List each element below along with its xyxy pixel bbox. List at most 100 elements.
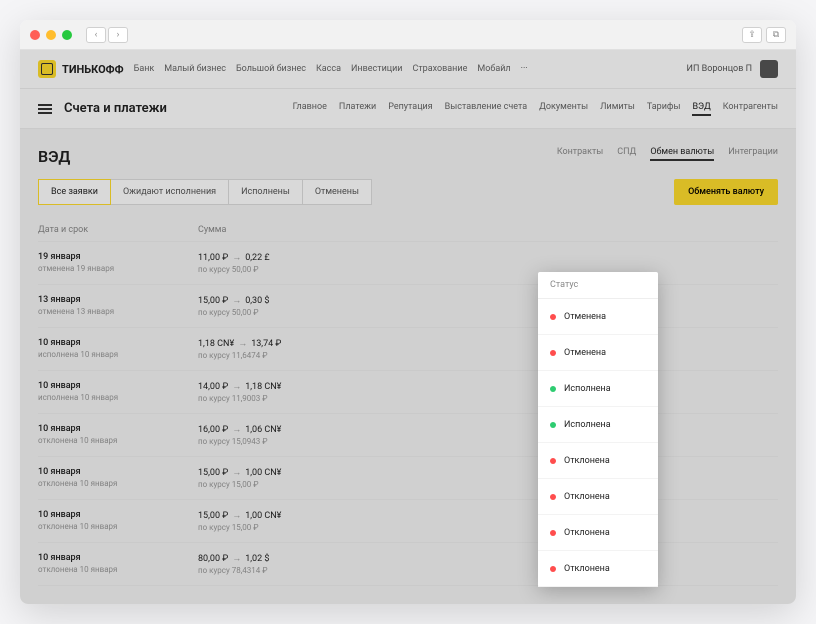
row-date: 10 января — [38, 424, 198, 434]
table-row[interactable]: 10 января отклонена 10 января15,00 ₽→1,00… — [38, 457, 778, 500]
topnav-item[interactable]: Касса — [316, 64, 341, 74]
brand-name: ТИНЬКОФФ — [62, 63, 124, 76]
page-tab[interactable]: Интеграции — [728, 147, 778, 161]
brand-logo[interactable]: ТИНЬКОФФ — [38, 60, 124, 78]
tabs-button[interactable]: ⧉ — [766, 27, 786, 43]
row-date-sub: отклонена 10 января — [38, 479, 198, 488]
status-dot-icon — [550, 422, 556, 428]
subnav-item[interactable]: Репутация — [388, 102, 432, 116]
filter-row: Все заявкиОжидают исполненияИсполненыОтм… — [38, 179, 778, 205]
app-window: ‹ › ⇪ ⧉ ТИНЬКОФФ Банк Малый бизнес Большой… — [20, 20, 796, 604]
subnav-item[interactable]: Выставление счета — [445, 102, 527, 116]
topnav-item[interactable]: Банк — [134, 64, 155, 74]
filter-button[interactable]: Отменены — [303, 179, 372, 205]
exchange-button[interactable]: Обменять валюту — [674, 179, 778, 205]
top-nav: Банк Малый бизнес Большой бизнес Касса Инвес… — [134, 64, 528, 74]
row-sum: 14,00 ₽→1,18 CN¥ — [198, 381, 398, 392]
status-label: Отменена — [564, 348, 606, 358]
row-date: 10 января — [38, 467, 198, 477]
table-row[interactable]: 19 январяотменена 19 января11,00 ₽→0,22 … — [38, 242, 778, 285]
page-tab[interactable]: Контракты — [557, 147, 603, 161]
content: ТИНЬКОФФ Банк Малый бизнес Большой бизнес К… — [20, 50, 796, 604]
table-header: Дата и срок Сумма — [38, 219, 778, 242]
row-rate: по курсу 50,00 ₽ — [198, 308, 398, 317]
status-item[interactable]: Отклонена — [538, 479, 658, 515]
row-date-sub: отклонена 10 января — [38, 522, 198, 531]
row-rate: по курсу 15,0943 ₽ — [198, 437, 398, 446]
subnav-item[interactable]: Главное — [293, 102, 327, 116]
filter-button[interactable]: Все заявки — [38, 179, 111, 205]
status-item[interactable]: Исполнена — [538, 371, 658, 407]
subnav-item[interactable]: Платежи — [339, 102, 376, 116]
filter-button[interactable]: Исполнены — [229, 179, 303, 205]
status-label: Отклонена — [564, 528, 610, 538]
row-sum: 1,18 CN¥→13,74 ₽ — [198, 338, 398, 349]
status-item[interactable]: Отменена — [538, 335, 658, 371]
subnav-item[interactable]: Контрагенты — [723, 102, 778, 116]
sub-nav: Главное Платежи Репутация Выставление счета… — [293, 102, 778, 116]
status-label: Отклонена — [564, 456, 610, 466]
status-dot-icon — [550, 314, 556, 320]
avatar — [760, 60, 778, 78]
back-button[interactable]: ‹ — [86, 27, 106, 43]
row-date-sub: отменена 13 января — [38, 307, 198, 316]
row-sum: 11,00 ₽→0,22 £ — [198, 252, 398, 263]
row-date-sub: отклонена 10 января — [38, 565, 198, 574]
logo-icon — [38, 60, 56, 78]
table-row[interactable]: 10 январяотклонена 10 января16,00 ₽→1,06… — [38, 414, 778, 457]
account-area[interactable]: ИП Воронцов П — [687, 60, 778, 78]
topnav-item[interactable]: Большой бизнес — [236, 64, 306, 74]
table-row[interactable]: 10 январяисполнена 10 января14,00 ₽→1,18… — [38, 371, 778, 414]
row-rate: по курсу 15,00 ₽ — [198, 480, 398, 489]
topnav-item[interactable]: Инвестиции — [351, 64, 403, 74]
table-row[interactable]: 13 январяотменена 13 января15,00 ₽→0,30 … — [38, 285, 778, 328]
menu-icon[interactable] — [38, 104, 52, 114]
status-label: Отменена — [564, 312, 606, 322]
status-item[interactable]: Отменена — [538, 299, 658, 335]
status-dot-icon — [550, 350, 556, 356]
row-sum: 16,00 ₽→1,06 CN¥ — [198, 424, 398, 435]
status-item[interactable]: Исполнена — [538, 407, 658, 443]
status-dot-icon — [550, 386, 556, 392]
subnav-item[interactable]: ВЭД — [692, 102, 710, 116]
close-icon[interactable] — [30, 30, 40, 40]
table-row[interactable]: 10 январяотклонена 10 января15,00 ₽→1,00… — [38, 500, 778, 543]
table-row[interactable]: 10 января исполнена 10 января1,18 CN¥→13,… — [38, 328, 778, 371]
forward-button[interactable]: › — [108, 27, 128, 43]
status-label: Отклонена — [564, 492, 610, 502]
status-dot-icon — [550, 458, 556, 464]
topnav-item[interactable]: ··· — [521, 64, 528, 74]
subnav-item[interactable]: Документы — [539, 102, 588, 116]
status-item[interactable]: Отклонена — [538, 443, 658, 479]
row-date: 10 января — [38, 338, 198, 348]
status-header: Статус — [538, 272, 658, 299]
account-label: ИП Воронцов П — [687, 64, 752, 74]
row-rate: по курсу 11,9003 ₽ — [198, 394, 398, 403]
topnav-item[interactable]: Страхование — [413, 64, 468, 74]
share-button[interactable]: ⇪ — [742, 27, 762, 43]
status-dot-icon — [550, 530, 556, 536]
table-row[interactable]: 10 январяотклонена 10 января80,00 ₽→1,02… — [38, 543, 778, 586]
row-rate: по курсу 78,4314 ₽ — [198, 566, 398, 575]
status-label: Исполнена — [564, 420, 611, 430]
status-item[interactable]: Отклонена — [538, 551, 658, 587]
maximize-icon[interactable] — [62, 30, 72, 40]
topnav-item[interactable]: Малый бизнес — [164, 64, 226, 74]
row-date: 10 января — [38, 510, 198, 520]
subnav-item[interactable]: Тарифы — [647, 102, 681, 116]
table-body: 19 январяотменена 19 января11,00 ₽→0,22 … — [38, 242, 778, 586]
main: ВЭД КонтрактыСПДОбмен валютыИнтеграции В… — [20, 129, 796, 604]
row-rate: по курсу 50,00 ₽ — [198, 265, 398, 274]
page-tab[interactable]: СПД — [617, 147, 636, 161]
minimize-icon[interactable] — [46, 30, 56, 40]
row-date-sub: исполнена 10 января — [38, 350, 198, 359]
row-sum: 15,00 ₽→1,00 CN¥ — [198, 467, 398, 478]
filter-button[interactable]: Ожидают исполнения — [111, 179, 229, 205]
subnav-item[interactable]: Лимиты — [600, 102, 635, 116]
status-item[interactable]: Отклонена — [538, 515, 658, 551]
status-label: Исполнена — [564, 384, 611, 394]
page-tabs: Контракты СПД Обмен валюты Интеграции — [557, 147, 778, 161]
row-date: 13 января — [38, 295, 198, 305]
page-tab[interactable]: Обмен валюты — [650, 147, 714, 161]
topnav-item[interactable]: Мобайл — [477, 64, 510, 74]
